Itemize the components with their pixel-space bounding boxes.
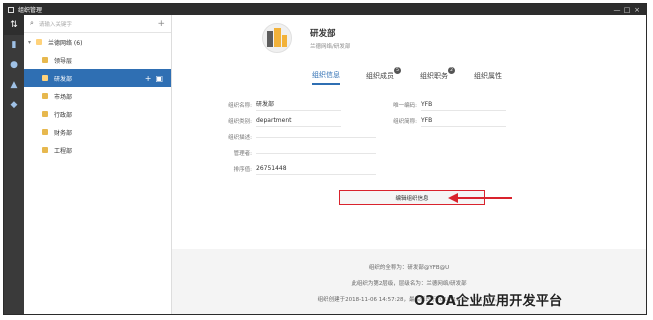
tree-item-label: 财务部 <box>54 129 73 137</box>
folder-icon <box>42 57 48 63</box>
title-bar: 组织管理 — □ × <box>4 4 646 15</box>
tree-item-actions: + ▣ <box>145 74 163 83</box>
category-value: department <box>256 115 341 127</box>
app-icon <box>8 6 14 13</box>
minimize-button[interactable]: — <box>612 6 622 14</box>
search-icon: ⌕ <box>30 19 34 27</box>
tab-bar: 组织信息 组织成员 5 组织职务 2 组织属性 <box>172 61 646 93</box>
tree-item-marketing[interactable]: 市场部 <box>24 87 171 105</box>
folder-icon <box>42 147 48 153</box>
tab-label: 组织成员 <box>366 71 394 80</box>
org-content: 组织信息 组织成员 5 组织职务 2 组织属性 组织名称: 研发部 唯一编码: <box>172 61 646 249</box>
folder-icon <box>42 75 48 81</box>
add-child-button[interactable]: + <box>145 74 152 83</box>
description-value <box>256 136 376 138</box>
field-label: 管理者: <box>233 151 252 157</box>
field-label: 排序值: <box>233 167 252 173</box>
person-icon[interactable]: ◆ <box>4 95 24 115</box>
role-icon[interactable]: ▲ <box>4 75 24 95</box>
tree-root-label: 兰德网络 (6) <box>48 39 83 47</box>
field-description: 组织描述: <box>212 131 376 143</box>
org-title-block: 研发部 兰德网络/研发部 <box>310 27 350 50</box>
folder-icon <box>42 111 48 117</box>
edit-area: 编辑组织信息 <box>172 188 646 218</box>
folder-icon <box>42 129 48 135</box>
manager-value <box>256 152 376 154</box>
field-category: 组织类别: department <box>212 115 341 127</box>
folder-icon <box>36 39 42 45</box>
add-org-button[interactable]: + <box>157 19 165 29</box>
tab-org-attributes[interactable]: 组织属性 <box>474 71 502 84</box>
field-label: 组织简称: <box>393 119 417 125</box>
group-icon[interactable]: ● <box>4 55 24 75</box>
tree-item-label: 领导层 <box>54 57 73 65</box>
tree-item-label: 研发部 <box>54 75 73 83</box>
tree-root[interactable]: ▾ 兰德网络 (6) <box>24 33 171 51</box>
org-name-value: 研发部 <box>256 99 341 111</box>
org-management-window: 组织管理 — □ × ⇅ ▮ ● ▲ ◆ ⌕ 请输入关键字 + ▾ 兰德网络 (… <box>3 3 647 315</box>
tab-org-members[interactable]: 组织成员 5 <box>366 66 401 84</box>
field-manager: 管理者: <box>212 147 376 159</box>
field-unique-code: 唯一编码: YFB <box>377 99 506 111</box>
field-label: 组织名称: <box>228 103 252 109</box>
sort-icon[interactable]: ⇅ <box>4 15 24 35</box>
org-tree-panel: ⌕ 请输入关键字 + ▾ 兰德网络 (6) 领导层 研发部 + ▣ 市场部 行政… <box>24 15 172 314</box>
footer-created: 组织创建于2018-11-06 14:57:28，最后修改于2018-11-06… <box>317 297 501 303</box>
window-title: 组织管理 <box>18 7 43 14</box>
field-label: 组织类别: <box>228 119 252 125</box>
order-value: 26751448 <box>256 163 376 175</box>
search-input[interactable]: 请输入关键字 <box>39 20 158 28</box>
tree-item-rd[interactable]: 研发部 + ▣ <box>24 69 171 87</box>
field-label: 唯一编码: <box>393 103 417 109</box>
org-icon[interactable]: ▮ <box>4 35 24 55</box>
delete-icon[interactable]: ▣ <box>155 74 163 83</box>
tree-item-label: 工程部 <box>54 147 73 155</box>
members-count-badge: 5 <box>394 66 401 74</box>
duties-count-badge: 2 <box>448 66 455 74</box>
maximize-button[interactable]: □ <box>622 6 632 14</box>
search-bar: ⌕ 请输入关键字 + <box>24 15 171 33</box>
footer-full-name: 组织的全称为：研发部@YFB@U <box>368 265 450 271</box>
org-detail-panel: 研发部 兰德网络/研发部 组织信息 组织成员 5 组织职务 2 组织属性 组织名… <box>172 15 646 314</box>
org-footer: 组织的全称为：研发部@YFB@U 此组织为第2层级，层级名为：兰德网络/研发部 … <box>172 249 646 303</box>
field-order: 排序值: 26751448 <box>212 163 376 175</box>
tree-item-leadership[interactable]: 领导层 <box>24 51 171 69</box>
short-name-value: YFB <box>421 115 506 127</box>
footer-level: 此组织为第2层级，层级名为：兰德网络/研发部 <box>351 281 467 287</box>
close-button[interactable]: × <box>632 6 642 14</box>
tree-item-admin[interactable]: 行政部 <box>24 105 171 123</box>
tree-item-label: 行政部 <box>54 111 73 119</box>
org-info-form: 组织名称: 研发部 唯一编码: YFB 组织类别: department 组织简… <box>172 93 646 188</box>
tree-item-label: 市场部 <box>54 93 73 101</box>
org-path: 兰德网络/研发部 <box>310 43 351 50</box>
left-navigation: ⇅ ▮ ● ▲ ◆ <box>4 15 24 314</box>
tab-org-info[interactable]: 组织信息 <box>312 70 340 85</box>
tree-item-engineering[interactable]: 工程部 <box>24 141 171 159</box>
org-name: 研发部 <box>310 28 336 39</box>
tab-label: 组织职务 <box>420 71 448 80</box>
field-label: 组织描述: <box>228 135 252 141</box>
watermark: O2OA企业应用开发平台 <box>414 294 563 309</box>
field-name: 组织名称: 研发部 <box>212 99 341 111</box>
tree-item-finance[interactable]: 财务部 <box>24 123 171 141</box>
annotation-arrow <box>452 197 512 199</box>
tab-org-duties[interactable]: 组织职务 2 <box>420 66 455 84</box>
chevron-down-icon[interactable]: ▾ <box>28 39 36 46</box>
field-short-name: 组织简称: YFB <box>377 115 506 127</box>
unique-code-value: YFB <box>421 99 506 111</box>
building-icon <box>262 23 292 53</box>
folder-icon <box>42 93 48 99</box>
org-header: 研发部 兰德网络/研发部 <box>172 15 646 61</box>
